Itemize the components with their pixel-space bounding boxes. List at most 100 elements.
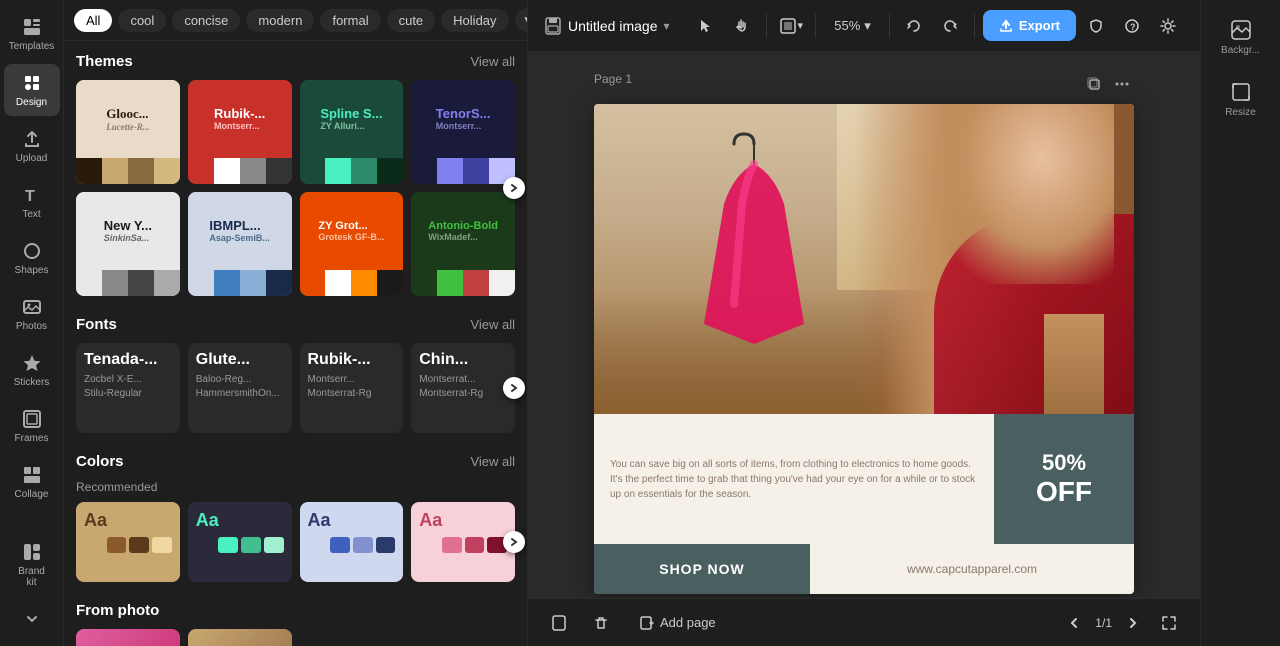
themes-section: Themes View all Glooc... Lucette-R... <box>76 53 515 296</box>
filter-concise[interactable]: concise <box>172 9 240 32</box>
sale-percent: 50% <box>1042 450 1086 476</box>
hand-tool-btn[interactable] <box>726 10 758 42</box>
palette-card-warm[interactable]: Aa <box>76 502 180 582</box>
zoom-value: 55% <box>834 18 860 33</box>
fonts-header: Fonts View all <box>76 316 515 333</box>
toolbar-divider-2 <box>815 14 816 38</box>
select-tool-btn[interactable] <box>690 10 722 42</box>
theme-card-newy[interactable]: New Y... SinkinSa... <box>76 192 180 296</box>
sidebar-item-photos[interactable]: Photos <box>4 288 60 340</box>
sidebar-item-templates[interactable]: Templates <box>4 8 60 60</box>
help-btn[interactable]: ? <box>1116 10 1148 42</box>
page-next-btn[interactable] <box>1118 608 1148 638</box>
font-card-rubik2[interactable]: Rubik-... Montserr...Montserrat-Rg <box>300 343 404 433</box>
bottom-left-actions: Add page <box>544 608 728 638</box>
shield-btn[interactable] <box>1080 10 1112 42</box>
themes-next-btn[interactable] <box>503 177 525 199</box>
fonts-next-btn[interactable] <box>503 377 525 399</box>
fullscreen-btn[interactable] <box>1154 608 1184 638</box>
design-icon <box>21 72 43 94</box>
colors-section: Colors View all Recommended Aa Aa <box>76 453 515 582</box>
colors-title: Colors <box>76 453 124 470</box>
font-card-tenada[interactable]: Tenada-... Zocbel X-E...Stilu-Regular <box>76 343 180 433</box>
templates-icon <box>21 16 43 38</box>
font-glute-title: Glute... <box>196 351 284 369</box>
theme-antonio-colors <box>411 270 515 296</box>
filter-cute[interactable]: cute <box>387 9 436 32</box>
sidebar-item-design[interactable]: Design <box>4 64 60 116</box>
filter-holiday[interactable]: Holiday <box>441 9 508 32</box>
sidebar-expand-btn[interactable] <box>4 600 60 638</box>
resize-icon <box>1229 80 1253 104</box>
fonts-grid: Tenada-... Zocbel X-E...Stilu-Regular Gl… <box>76 343 515 433</box>
palette-card-coolblue[interactable]: Aa <box>188 502 292 582</box>
sidebar-item-upload[interactable]: Upload <box>4 120 60 172</box>
brand-label: Brandkit <box>18 566 45 588</box>
filter-more-btn[interactable]: ▾ <box>515 8 528 32</box>
shop-now-text: SHOP NOW <box>594 544 810 594</box>
font-card-glute[interactable]: Glute... Baloo-Reg...HammersmithOn... <box>188 343 292 433</box>
redo-btn[interactable] <box>934 10 966 42</box>
palette-coolblue-aa: Aa <box>196 510 284 531</box>
settings-btn[interactable] <box>1152 10 1184 42</box>
palette-card-pink[interactable]: Aa <box>411 502 515 582</box>
theme-card-glooc[interactable]: Glooc... Lucette-R... <box>76 80 180 184</box>
themes-view-all[interactable]: View all <box>470 54 515 69</box>
palettes-next-btn[interactable] <box>503 531 525 553</box>
themes-header: Themes View all <box>76 53 515 70</box>
canvas-area[interactable]: Page 1 <box>528 52 1200 598</box>
add-page-btn[interactable]: Add page <box>628 611 728 634</box>
theme-card-tenor[interactable]: TenorS... Montserr... <box>411 80 515 184</box>
design-panel: All cool concise modern formal cute Holi… <box>64 0 528 646</box>
page-copy-btn[interactable] <box>1082 72 1106 96</box>
doc-title-area[interactable]: Untitled image ▾ <box>544 17 670 35</box>
delete-page-btn[interactable] <box>586 608 616 638</box>
sidebar-item-brand[interactable]: Brandkit <box>4 533 60 596</box>
theme-glooc-colors <box>76 158 180 184</box>
panel-content: Themes View all Glooc... Lucette-R... <box>64 41 527 646</box>
layout-btn[interactable]: ▾ <box>775 10 807 42</box>
font-card-chin[interactable]: Chin... Montserrat...Montserrat-Rg <box>411 343 515 433</box>
palette-card-bluegray[interactable]: Aa <box>300 502 404 582</box>
fonts-view-all[interactable]: View all <box>470 317 515 332</box>
filter-cool[interactable]: cool <box>118 9 166 32</box>
sidebar-item-shapes[interactable]: Shapes <box>4 232 60 284</box>
colors-view-all[interactable]: View all <box>470 454 515 469</box>
theme-card-grotesk[interactable]: ZY Grot... Grotesk GF-B... <box>300 192 404 296</box>
filter-formal[interactable]: formal <box>320 9 380 32</box>
zoom-control[interactable]: 55% ▾ <box>824 14 881 38</box>
export-btn[interactable]: Export <box>983 10 1076 41</box>
filter-all[interactable]: All <box>74 9 112 32</box>
font-glute-sub: Baloo-Reg...HammersmithOn... <box>196 373 284 401</box>
palette-warm-aa: Aa <box>84 510 172 531</box>
brand-icon <box>21 541 43 563</box>
sidebar-item-text[interactable]: T Text <box>4 176 60 228</box>
filter-modern[interactable]: modern <box>246 9 314 32</box>
sidebar-item-frames[interactable]: Frames <box>4 400 60 452</box>
bottom-toolbar: Add page 1/1 <box>528 598 1200 646</box>
stickers-icon <box>21 352 43 374</box>
right-background-btn[interactable]: Backgr... <box>1207 10 1275 64</box>
upload-icon <box>21 128 43 150</box>
theme-card-ibmpl[interactable]: IBMPL... Asap-SemiB... <box>188 192 292 296</box>
theme-card-antonio[interactable]: Antonio-Bold WixMadef... <box>411 192 515 296</box>
recommended-label: Recommended <box>76 480 515 494</box>
theme-card-rubik[interactable]: Rubik-... Montserr... <box>188 80 292 184</box>
page-prev-btn[interactable] <box>1059 608 1089 638</box>
sidebar-item-collage[interactable]: Collage <box>4 456 60 508</box>
page-icon <box>551 615 567 631</box>
page-settings-btn[interactable] <box>544 608 574 638</box>
export-label: Export <box>1019 18 1060 33</box>
right-resize-btn[interactable]: Resize <box>1207 72 1275 126</box>
photo-card-room[interactable] <box>188 629 292 646</box>
sidebar-item-stickers[interactable]: Stickers <box>4 344 60 396</box>
trash-icon <box>593 615 609 631</box>
from-photo-section: From photo <box>76 602 515 646</box>
copy-icon <box>1087 77 1101 91</box>
canvas-page[interactable]: You can save big on all sorts of items, … <box>594 104 1134 594</box>
theme-card-spline[interactable]: Spline S... ZY Alluri... <box>300 80 404 184</box>
font-tenada-title: Tenada-... <box>84 351 172 369</box>
photo-card-pink[interactable] <box>76 629 180 646</box>
undo-btn[interactable] <box>898 10 930 42</box>
page-more-btn[interactable] <box>1110 72 1134 96</box>
